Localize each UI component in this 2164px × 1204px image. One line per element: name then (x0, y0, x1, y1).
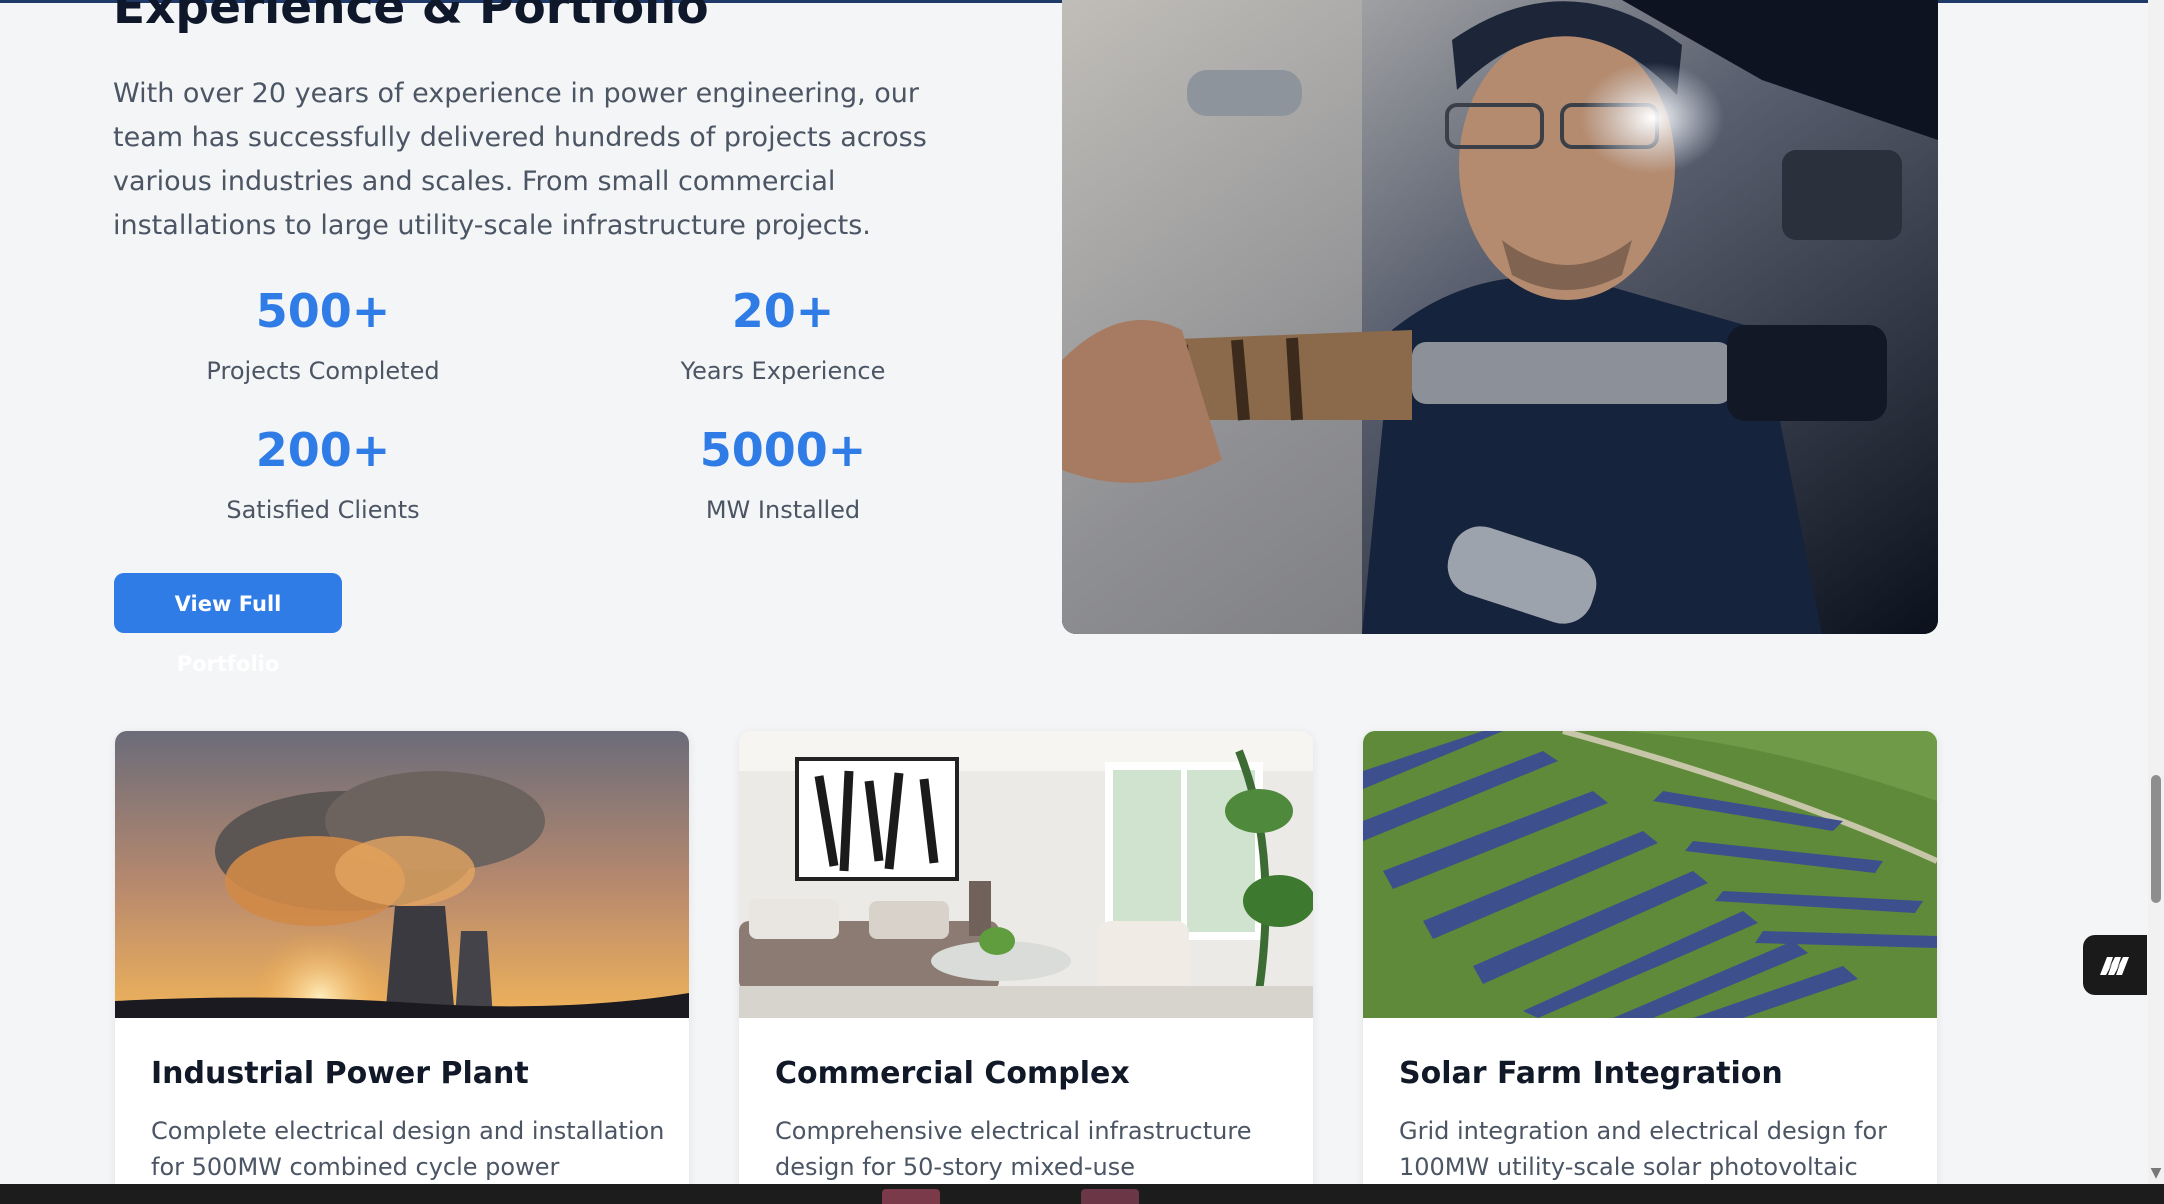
card-title: Commercial Complex (775, 1056, 1130, 1091)
stats-grid: 500+ Projects Completed 20+ Years Experi… (113, 282, 993, 524)
project-card-power-plant[interactable]: Industrial Power Plant Complete electric… (115, 731, 689, 1201)
stat-value: 200+ (255, 423, 391, 477)
technician-photo-icon (1062, 0, 1938, 634)
card-title: Industrial Power Plant (151, 1056, 529, 1091)
stat-projects: 500+ Projects Completed (113, 282, 533, 388)
stat-label: Projects Completed (206, 357, 440, 385)
stat-value: 20+ (731, 284, 835, 338)
stat-label: Satisfied Clients (226, 496, 420, 524)
card-description: Complete electrical design and installat… (151, 1117, 665, 1181)
living-room-photo-icon (739, 731, 1313, 1018)
hero-image (1062, 0, 1938, 634)
stat-label: Years Experience (680, 357, 886, 385)
scrollbar-track[interactable] (2148, 0, 2164, 1190)
floating-widget-button[interactable] (2083, 935, 2147, 995)
stat-mw: 5000+ MW Installed (573, 421, 993, 527)
stat-clients: 200+ Satisfied Clients (113, 421, 533, 527)
card-description: Grid integration and electrical design f… (1399, 1117, 1888, 1181)
view-portfolio-button[interactable]: View Full Portfolio (114, 573, 342, 676)
taskbar-app-icon[interactable] (1081, 1189, 1139, 1204)
solar-farm-photo-icon (1363, 731, 1937, 1018)
scrollbar-thumb[interactable] (2151, 775, 2161, 903)
project-card-commercial[interactable]: Commercial Complex Comprehensive electri… (739, 731, 1313, 1201)
scroll-down-arrow-icon[interactable]: ▼ (2147, 1164, 2164, 1182)
stat-years: 20+ Years Experience (573, 282, 993, 388)
power-plant-photo-icon (115, 731, 689, 1018)
section-heading: Experience & Portfolio (113, 0, 709, 35)
m-logo-icon (2100, 957, 2129, 975)
section-intro: With over 20 years of experience in powe… (113, 78, 927, 241)
project-card-solar[interactable]: Solar Farm Integration Grid integration … (1363, 731, 1937, 1201)
stat-value: 5000+ (699, 423, 867, 477)
stat-label: MW Installed (705, 496, 861, 524)
stat-value: 500+ (255, 284, 391, 338)
card-title: Solar Farm Integration (1399, 1056, 1783, 1091)
taskbar-app-icon[interactable] (882, 1189, 940, 1204)
